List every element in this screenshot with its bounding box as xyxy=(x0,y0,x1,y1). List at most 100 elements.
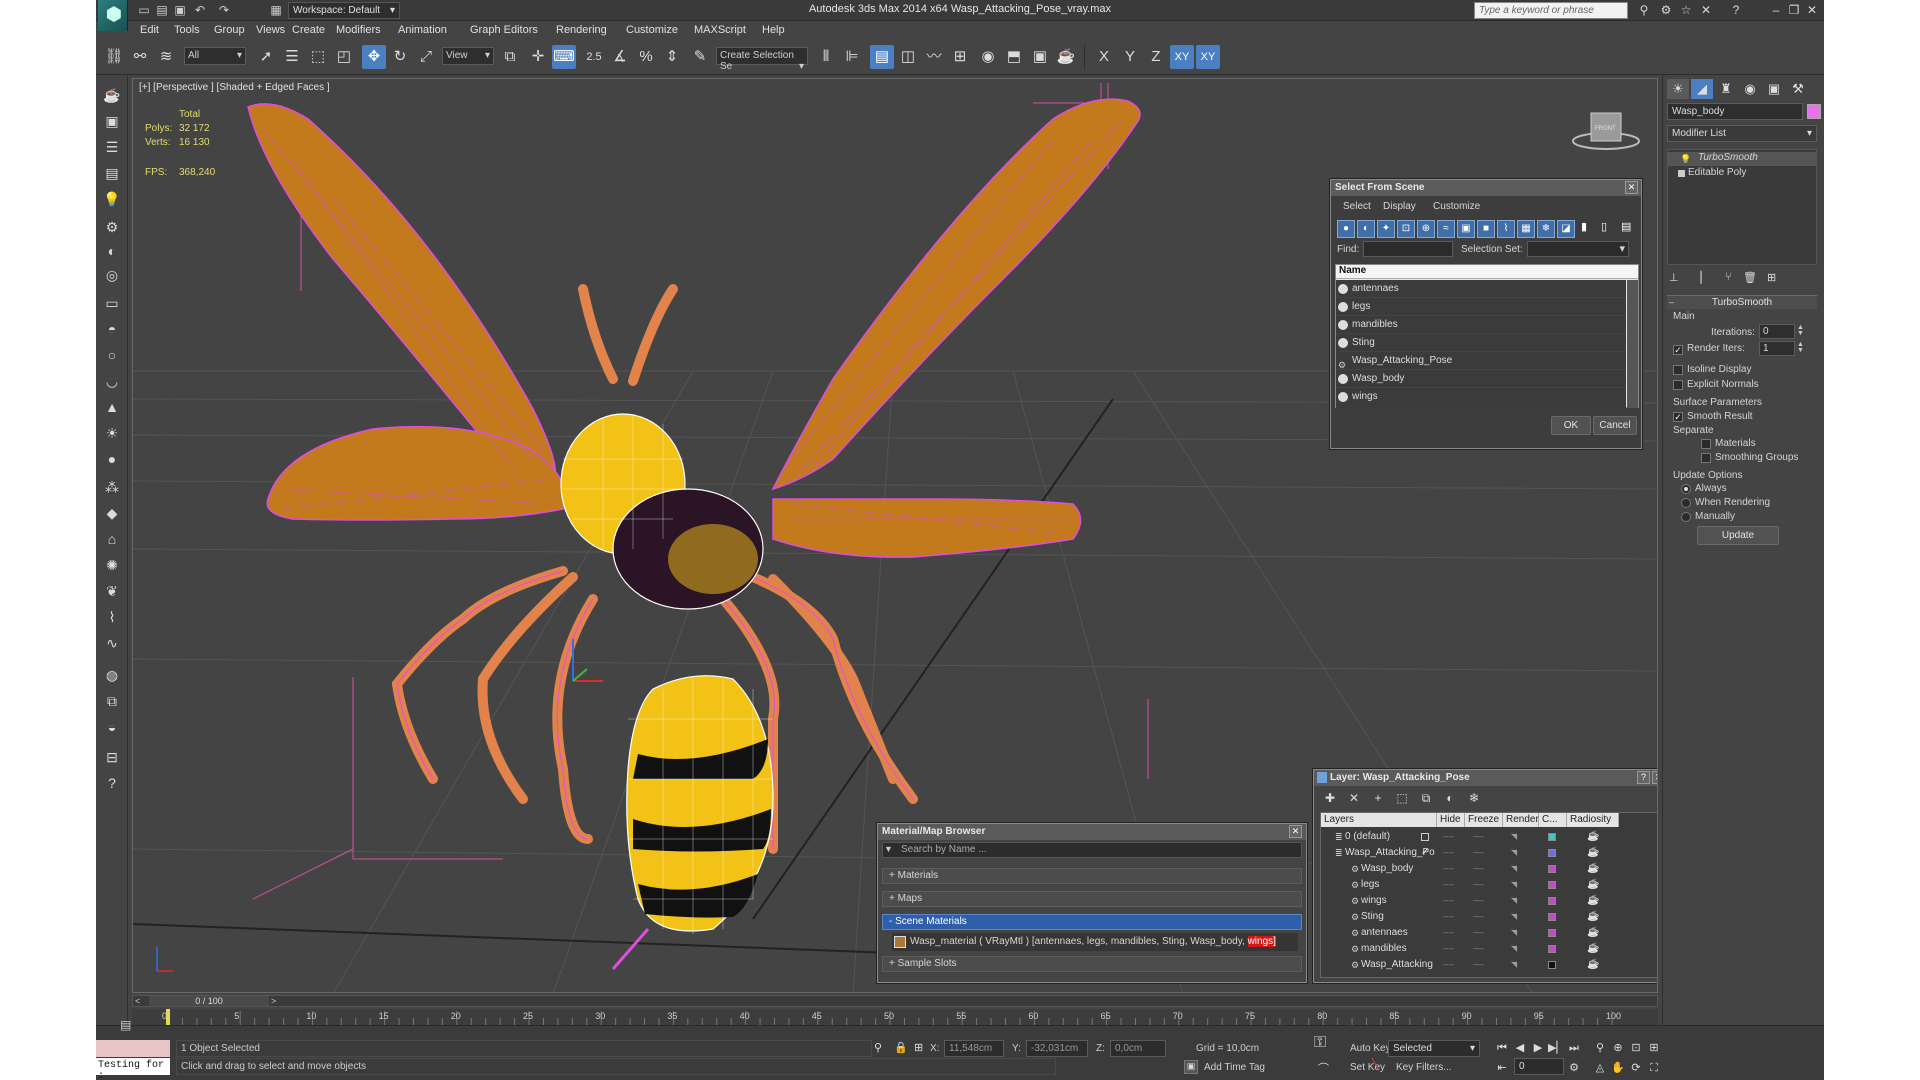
ease-curve-icon[interactable]: ◐ xyxy=(102,241,122,261)
render-setup-icon[interactable]: ⬒ xyxy=(1002,45,1026,69)
scene-explorer-icon[interactable]: ☰ xyxy=(102,137,122,157)
layer-toggle[interactable]: ---- xyxy=(1443,957,1454,973)
y-coord-field[interactable]: -32,031cm xyxy=(1026,1040,1088,1057)
close-icon[interactable]: ✕ xyxy=(1804,3,1820,18)
layer-toggle[interactable]: ---- xyxy=(1443,909,1454,925)
display-geometry-icon[interactable]: ● xyxy=(1337,220,1355,238)
col-render[interactable]: Render xyxy=(1503,813,1539,827)
list-item[interactable]: Wasp_body xyxy=(1336,370,1626,388)
plant-icon[interactable]: ❦ xyxy=(102,581,122,601)
modify-tab-icon[interactable]: ◢ xyxy=(1691,79,1713,99)
col-color[interactable]: C... xyxy=(1539,813,1567,827)
iterations-spinner[interactable]: 0 xyxy=(1759,324,1795,339)
named-selection-dropdown[interactable]: Create Selection Se ▾ xyxy=(716,47,808,72)
layer-toggle[interactable]: ---- xyxy=(1443,941,1454,957)
layer-row[interactable]: Wasp_Attacking_Po ≣ ---- ---- ◥ ☕ ✓ xyxy=(1321,845,1657,861)
layer-toggle[interactable]: ---- xyxy=(1473,925,1484,941)
selection-lock-icon[interactable]: 🔒 xyxy=(894,1041,908,1054)
search-options-icon[interactable]: ▼ xyxy=(884,844,893,854)
object-color-swatch[interactable] xyxy=(1807,104,1821,119)
menu-help[interactable]: Help xyxy=(762,24,785,36)
menu-graph-editors[interactable]: Graph Editors xyxy=(470,24,538,36)
select-and-move-icon[interactable]: ✥ xyxy=(362,45,386,69)
layer-color-swatch[interactable] xyxy=(1548,881,1556,889)
graphite-toggle-icon[interactable]: ◫ xyxy=(896,45,920,69)
render-iters-spinner[interactable]: 1 xyxy=(1759,341,1795,356)
schematic-view-icon[interactable]: ⊞ xyxy=(948,45,972,69)
reference-coordinate-dropdown[interactable]: View ▾ xyxy=(442,47,494,65)
spinner-snap-icon[interactable]: ⇕ xyxy=(660,45,684,69)
communication-icon[interactable]: ✕ xyxy=(1698,3,1714,18)
material-search-input[interactable]: Search by Name ... xyxy=(882,842,1302,858)
set-key-icon[interactable]: ╲ xyxy=(1372,1058,1384,1072)
select-dialog-close-icon[interactable]: ✕ xyxy=(1625,181,1638,194)
pan-icon[interactable]: ✋ xyxy=(1610,1060,1626,1076)
display-cameras-icon[interactable]: ⊡ xyxy=(1397,220,1415,238)
menu-edit[interactable]: Edit xyxy=(140,24,159,36)
add-to-layer-icon[interactable]: + xyxy=(1368,788,1388,808)
layer-row[interactable]: legs ⚙ ---- ---- ◥ ☕ xyxy=(1321,877,1657,893)
layer-color-swatch[interactable] xyxy=(1548,945,1556,953)
left-help-icon[interactable]: ? xyxy=(102,773,122,793)
stack-item-editable-poly[interactable]: Editable Poly xyxy=(1668,167,1816,181)
ribbon-icon[interactable]: ⚙ xyxy=(102,217,122,237)
render-toggle[interactable]: ◥ xyxy=(1511,861,1517,877)
render-toggle[interactable]: ◥ xyxy=(1511,909,1517,925)
current-frame-field[interactable]: 0 xyxy=(1514,1058,1564,1075)
goto-end-icon[interactable]: ⏭ xyxy=(1566,1040,1582,1056)
goto-start-icon[interactable]: ⏮ xyxy=(1494,1040,1510,1056)
layer-toggle[interactable]: ---- xyxy=(1443,829,1454,845)
layer-row[interactable]: 0 (default) ≣ ---- ---- ◥ ☕ xyxy=(1321,829,1657,845)
prev-frame-icon[interactable]: ◀ xyxy=(1512,1040,1528,1056)
hair-icon[interactable]: ⌇ xyxy=(102,607,122,627)
radiosity-teapot-icon[interactable]: ☕ xyxy=(1587,941,1599,957)
configure-sets-icon[interactable]: ⊞ xyxy=(1767,271,1783,287)
name-column-header[interactable]: Name xyxy=(1336,265,1638,279)
col-freeze[interactable]: Freeze xyxy=(1465,813,1503,827)
select-object-icon[interactable]: ➚ xyxy=(254,45,278,69)
key-mode-icon[interactable]: ⇤ xyxy=(1494,1060,1510,1076)
layer-toggle[interactable]: ---- xyxy=(1443,877,1454,893)
layer-color-swatch[interactable] xyxy=(1548,897,1556,905)
selection-set-dropdown[interactable]: ▾ xyxy=(1527,241,1629,257)
link-icon[interactable]: ⛓ xyxy=(102,45,126,69)
perspective-viewport[interactable]: FRONT [+] [Perspective ] [Shaded + Edged… xyxy=(132,78,1658,993)
modifier-list-dropdown[interactable]: Modifier List ▾ xyxy=(1667,125,1817,142)
omni-light-icon[interactable]: ● xyxy=(102,449,122,469)
display-bones-icon[interactable]: ⌇ xyxy=(1497,220,1515,238)
radiosity-teapot-icon[interactable]: ☕ xyxy=(1587,877,1599,893)
isoline-display-checkbox[interactable] xyxy=(1673,365,1683,375)
axis-y-button[interactable]: Y xyxy=(1118,45,1142,69)
col-hide[interactable]: Hide xyxy=(1437,813,1465,827)
lightbulb-icon[interactable]: 💡 xyxy=(1680,154,1691,165)
menu-group[interactable]: Group xyxy=(214,24,245,36)
hierarchy-tab-icon[interactable]: ♜ xyxy=(1715,79,1737,99)
z-coord-field[interactable]: 0,0cm xyxy=(1110,1040,1166,1057)
menu-create[interactable]: Create xyxy=(292,24,325,36)
menu-tools[interactable]: Tools xyxy=(174,24,200,36)
col-radiosity[interactable]: Radiosity xyxy=(1567,813,1619,827)
list-item[interactable]: antennaes xyxy=(1336,280,1626,298)
camera-icon[interactable]: ⌂ xyxy=(102,529,122,549)
maxscript-mini-input[interactable]: Testing for : xyxy=(96,1058,170,1080)
pin-stack-icon[interactable]: ⊥ xyxy=(1669,271,1685,287)
layer-row[interactable]: antennaes ⚙ ---- ---- ◥ ☕ xyxy=(1321,925,1657,941)
axis-z-button[interactable]: Z xyxy=(1144,45,1168,69)
render-toggle[interactable]: ◥ xyxy=(1511,957,1517,973)
layer-toggle[interactable]: ---- xyxy=(1473,845,1484,861)
viewport-label[interactable]: [+] [Perspective ] [Shaded + Edged Faces… xyxy=(139,82,330,93)
sphere-primitive-icon[interactable]: ◓ xyxy=(102,319,122,339)
helper-icon[interactable]: ✺ xyxy=(102,555,122,575)
angle-snap-icon[interactable]: ∡ xyxy=(608,45,632,69)
add-time-tag-button[interactable]: Add Time Tag xyxy=(1204,1062,1265,1073)
layer-toggle[interactable]: ---- xyxy=(1443,893,1454,909)
hide-all-icon[interactable]: ◐ xyxy=(1440,788,1460,808)
radiosity-teapot-icon[interactable]: ☕ xyxy=(1587,957,1599,973)
layer-color-swatch[interactable] xyxy=(1548,913,1556,921)
box-primitive-icon[interactable]: ▭ xyxy=(102,293,122,313)
display-shapes-icon[interactable]: ◐ xyxy=(1357,220,1375,238)
layer-toggle[interactable]: ---- xyxy=(1443,845,1454,861)
menu-rendering[interactable]: Rendering xyxy=(556,24,607,36)
display-helpers-icon[interactable]: ⊕ xyxy=(1417,220,1435,238)
light-lister-icon[interactable]: 💡 xyxy=(102,189,122,209)
